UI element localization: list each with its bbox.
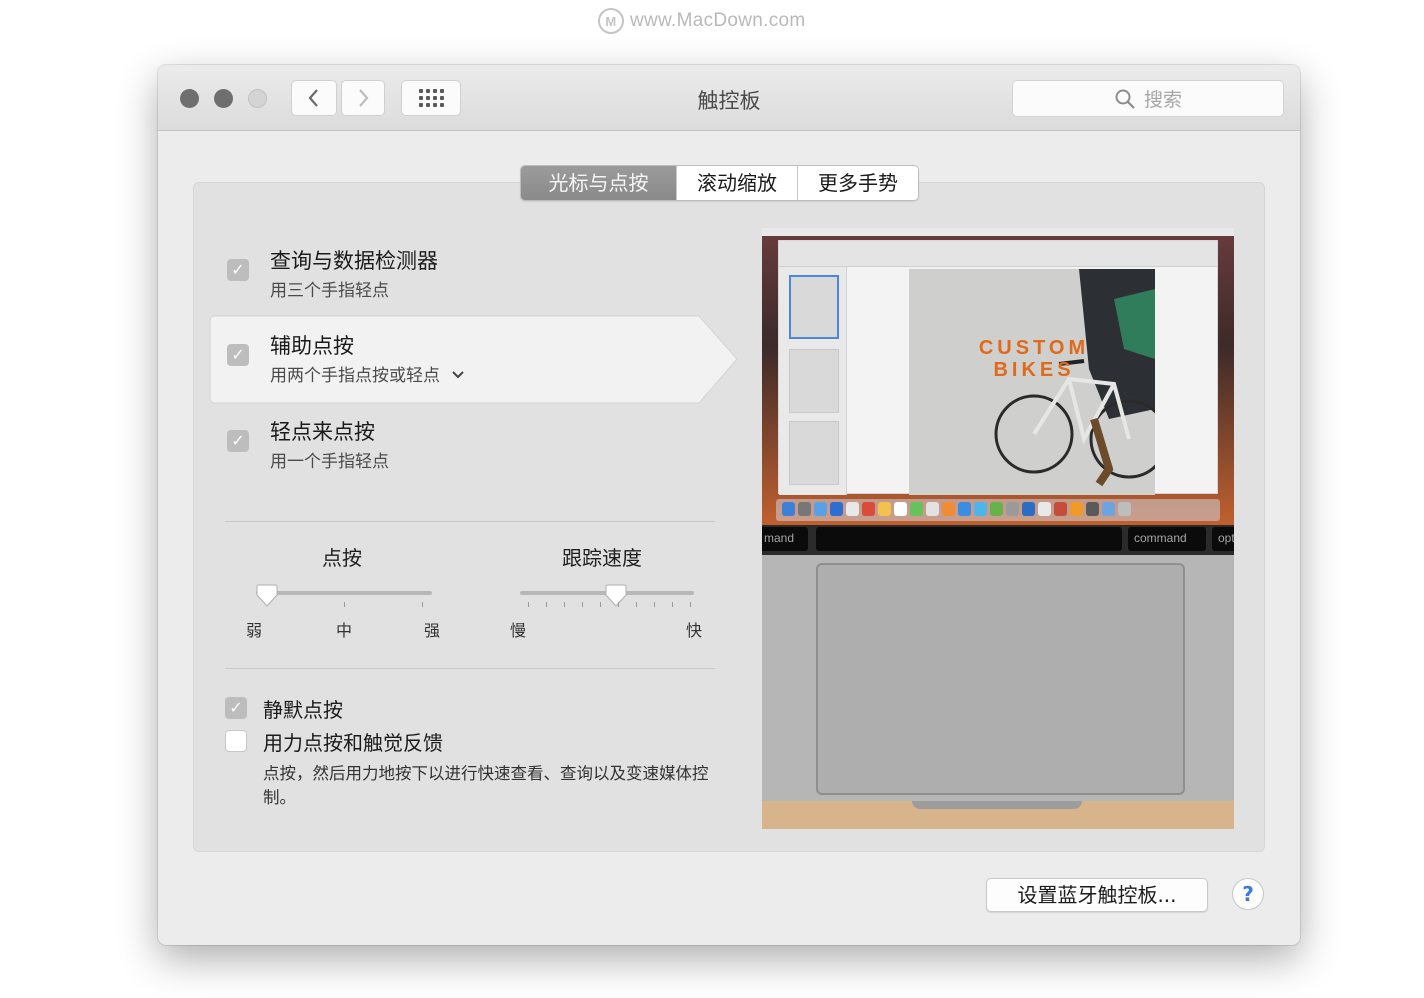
click-slider-track[interactable] [256, 591, 432, 595]
search-field[interactable]: 搜索 [1012, 80, 1284, 117]
tick-mark [546, 602, 547, 607]
option-title: 辅助点按 [270, 334, 354, 358]
preview-pages-window: CUSTOM BIKES [778, 240, 1218, 495]
gesture-preview-image: CUSTOM BIKES mand command opt [762, 228, 1234, 829]
secondary-click-checkbox[interactable]: ✓ [227, 344, 249, 366]
divider [225, 668, 715, 669]
option-title: 轻点来点按 [270, 420, 375, 444]
click-slider-thumb[interactable] [256, 584, 278, 612]
preview-page-thumb [789, 421, 839, 485]
key-label: mand [762, 527, 808, 551]
click-min-label: 弱 [246, 621, 263, 640]
click-max-label: 强 [424, 621, 441, 640]
force-click-label: 用力点按和触觉反馈 [263, 731, 443, 755]
chevron-down-icon [452, 371, 465, 379]
force-click-description: 点按，然后用力地按下以进行快速查看、查询以及变速媒体控制。 [263, 764, 709, 807]
caption-line: CUSTOM [978, 337, 1090, 359]
spacebar [816, 527, 1122, 551]
bicycle-photo [909, 269, 1155, 495]
search-placeholder: 搜索 [1143, 89, 1182, 111]
tracking-slider-thumb[interactable] [605, 584, 627, 612]
preview-page-thumb [789, 275, 839, 339]
caption-line: BIKES [993, 359, 1075, 381]
preview-menubar [762, 228, 1234, 236]
preview-caption: CUSTOM BIKES [969, 337, 1099, 381]
preview-document-page: CUSTOM BIKES [909, 269, 1155, 495]
tick-mark [582, 602, 583, 607]
divider [225, 521, 715, 522]
click-slider-label: 点按 [322, 546, 362, 570]
option-title: 查询与数据检测器 [270, 249, 438, 273]
lookup-checkbox[interactable]: ✓ [227, 259, 249, 281]
tracking-max-label: 快 [686, 621, 703, 640]
tick-mark [690, 602, 691, 607]
tap-to-click-checkbox[interactable]: ✓ [227, 430, 249, 452]
help-button[interactable]: ? [1232, 878, 1264, 910]
tick-mark [672, 602, 673, 607]
preview-laptop-body [762, 555, 1234, 801]
preview-keyboard: mand command opt [762, 525, 1234, 555]
tick-mark [600, 602, 601, 607]
key-label: opt [1212, 527, 1234, 551]
tick-mark [344, 602, 345, 607]
preview-page-thumb [789, 349, 839, 413]
preview-trackpad [816, 563, 1185, 795]
option-subtitle: 用两个手指点按或轻点 [270, 366, 440, 386]
option-subtitle: 用三个手指轻点 [270, 281, 389, 301]
preview-desk [762, 801, 1234, 829]
setup-bluetooth-trackpad-button[interactable]: 设置蓝牙触控板... [986, 878, 1208, 912]
search-icon [1115, 89, 1135, 109]
tracking-min-label: 慢 [510, 621, 527, 640]
tick-mark [564, 602, 565, 607]
key-label: command [1128, 527, 1206, 551]
tick-mark [528, 602, 529, 607]
system-preferences-window: 触控板 搜索 光标与点按 滚动缩放 更多手势 ✓ 查询与数据检测器 用三个手指轻… [158, 65, 1300, 945]
watermark-text: www.MacDown.com [630, 10, 806, 31]
click-mid-label: 中 [336, 621, 353, 640]
tab-bar: 光标与点按 滚动缩放 更多手势 [520, 165, 919, 201]
tick-mark [636, 602, 637, 607]
tick-mark [422, 602, 423, 607]
titlebar: 触控板 搜索 [158, 65, 1300, 131]
preview-sidebar [779, 267, 847, 495]
silent-click-label: 静默点按 [263, 698, 343, 722]
tick-mark [654, 602, 655, 607]
watermark: M www.MacDown.com [598, 8, 806, 34]
tab-more-gestures[interactable]: 更多手势 [797, 166, 918, 200]
force-click-checkbox[interactable] [225, 730, 247, 752]
preview-notch [912, 801, 1082, 809]
preview-screen: CUSTOM BIKES [762, 228, 1234, 525]
macdown-logo-icon: M [598, 8, 624, 34]
tracking-speed-label: 跟踪速度 [562, 546, 642, 570]
tick-mark [618, 602, 619, 607]
option-subtitle: 用一个手指轻点 [270, 452, 389, 472]
secondary-click-dropdown[interactable]: 用两个手指点按或轻点 [270, 361, 465, 386]
tab-point-and-click[interactable]: 光标与点按 [521, 166, 676, 200]
tab-scroll-and-zoom[interactable]: 滚动缩放 [676, 166, 797, 200]
preview-toolbar [779, 241, 1217, 267]
preview-dock [776, 499, 1220, 521]
silent-click-checkbox[interactable]: ✓ [225, 697, 247, 719]
